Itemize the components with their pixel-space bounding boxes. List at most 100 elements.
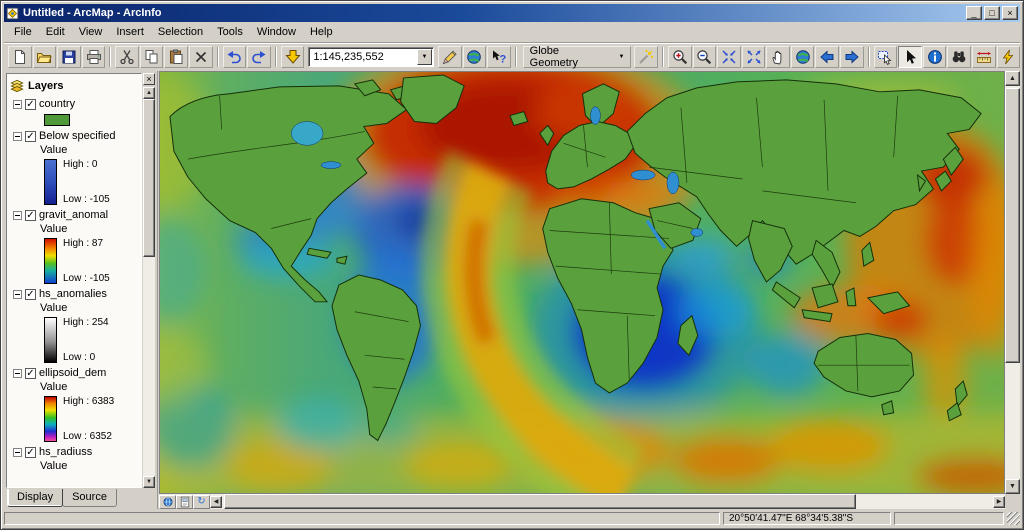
toc-scrollbar[interactable]: ▲ ▼ <box>143 87 155 488</box>
scroll-down-icon[interactable]: ▼ <box>143 476 155 488</box>
status-message-well <box>4 512 720 525</box>
identify-info-icon <box>927 49 943 65</box>
collapse-icon[interactable] <box>13 289 22 299</box>
toc-root[interactable]: Layers <box>10 77 141 94</box>
layer-name[interactable]: gravit_anomal <box>39 209 108 221</box>
fill-symbol-swatch[interactable] <box>44 114 70 126</box>
map-scale-combo[interactable]: 1:145,235,552 ▼ <box>308 47 434 67</box>
collapse-icon[interactable] <box>13 368 22 378</box>
add-data-button[interactable] <box>280 46 305 68</box>
layer-hs-anomalies: ✓ hs_anomalies Value High : 254 Low : 0 <box>10 286 141 363</box>
fixed-zoom-out-button[interactable] <box>741 46 766 68</box>
zoom-in-button[interactable] <box>668 46 692 68</box>
collapse-icon[interactable] <box>13 447 22 457</box>
map-scale-value: 1:145,235,552 <box>313 51 384 63</box>
measure-button[interactable] <box>971 46 996 68</box>
undo-button[interactable] <box>222 46 247 68</box>
layer-name[interactable]: hs_anomalies <box>39 288 107 300</box>
map-vscroll-thumb[interactable] <box>1005 88 1020 364</box>
menu-selection[interactable]: Selection <box>151 24 210 40</box>
scroll-down-icon[interactable]: ▼ <box>1005 479 1020 494</box>
help-button[interactable] <box>487 46 511 68</box>
layer-checkbox[interactable]: ✓ <box>25 209 36 221</box>
toc-scroll-thumb[interactable] <box>143 99 155 258</box>
collapse-icon[interactable] <box>13 131 22 141</box>
close-button[interactable]: × <box>1002 6 1018 20</box>
new-document-button[interactable] <box>8 46 32 68</box>
toc-scroll-track[interactable] <box>143 99 155 476</box>
menu-tools[interactable]: Tools <box>210 24 250 40</box>
paste-button[interactable] <box>164 46 189 68</box>
fixed-zoom-in-button[interactable] <box>717 46 741 68</box>
zoom-out-button[interactable] <box>692 46 717 68</box>
select-features-button[interactable] <box>873 46 898 68</box>
map-hscroll-track[interactable] <box>222 494 993 509</box>
data-view-button[interactable] <box>159 494 176 509</box>
menu-file[interactable]: File <box>7 24 39 40</box>
layout-view-button[interactable] <box>176 494 193 509</box>
map-horizontal-scrollbar[interactable]: ↻ ◀ ▶ <box>159 494 1005 509</box>
layer-name[interactable]: Below specified <box>39 130 115 142</box>
print-button[interactable] <box>81 46 106 68</box>
layer-checkbox[interactable]: ✓ <box>25 288 36 300</box>
select-elements-button[interactable] <box>898 46 922 68</box>
print-icon <box>86 49 102 65</box>
high-label: High : 0 <box>63 159 98 170</box>
go-back-button[interactable] <box>815 46 840 68</box>
identify-button[interactable] <box>922 46 947 68</box>
find-button[interactable] <box>947 46 971 68</box>
world-map-image <box>160 72 1004 493</box>
map-vscroll-track[interactable] <box>1005 86 1020 479</box>
menu-help[interactable]: Help <box>303 24 340 40</box>
collapse-icon[interactable] <box>13 99 22 109</box>
layer-name[interactable]: hs_radiuss <box>39 446 92 458</box>
delete-button[interactable] <box>189 46 213 68</box>
collapse-icon[interactable] <box>13 210 22 220</box>
open-button[interactable] <box>32 46 57 68</box>
menu-insert[interactable]: Insert <box>109 24 151 40</box>
full-extent-button[interactable] <box>790 46 815 68</box>
save-button[interactable] <box>57 46 81 68</box>
go-forward-button[interactable] <box>840 46 864 68</box>
map-vertical-scrollbar[interactable]: ▲ ▼ <box>1005 71 1020 494</box>
layer-checkbox[interactable]: ✓ <box>25 130 36 142</box>
toolbar-separator <box>867 47 870 67</box>
pan-button[interactable] <box>766 46 790 68</box>
layer-checkbox[interactable]: ✓ <box>25 367 36 379</box>
toolbar-separator <box>514 47 517 67</box>
editor-button[interactable] <box>437 46 462 68</box>
tab-source[interactable]: Source <box>62 489 117 507</box>
toc-close-button[interactable]: × <box>143 73 155 85</box>
menu-view[interactable]: View <box>72 24 110 40</box>
layer-name[interactable]: country <box>39 98 75 110</box>
map-hscroll-thumb[interactable] <box>224 494 857 509</box>
title-bar[interactable]: Untitled - ArcMap - ArcInfo _ □ × <box>4 4 1020 22</box>
resize-grip[interactable] <box>1007 512 1020 525</box>
minimize-button[interactable]: _ <box>966 6 982 20</box>
globe-view-button[interactable] <box>462 46 487 68</box>
layer-checkbox[interactable]: ✓ <box>25 446 36 458</box>
high-label: High : 254 <box>63 317 109 328</box>
layer-checkbox[interactable]: ✓ <box>25 98 36 110</box>
pencil-icon <box>442 49 458 65</box>
refresh-view-button[interactable]: ↻ <box>193 494 210 509</box>
copy-button[interactable] <box>139 46 164 68</box>
cut-button[interactable] <box>115 46 139 68</box>
combo-dropdown-icon[interactable]: ▼ <box>416 49 432 65</box>
scroll-left-icon[interactable]: ◀ <box>210 495 222 508</box>
map-canvas[interactable] <box>159 71 1005 494</box>
zoom-out-icon <box>696 49 712 65</box>
globe-geometry-dropdown[interactable]: Globe Geometry ▼ <box>522 45 632 69</box>
maximize-button[interactable]: □ <box>984 6 1000 20</box>
scroll-up-icon[interactable]: ▲ <box>1005 71 1020 86</box>
hyperlink-button[interactable] <box>996 46 1021 68</box>
lightning-bolt-icon <box>1000 49 1016 65</box>
scroll-right-icon[interactable]: ▶ <box>993 495 1005 508</box>
redo-button[interactable] <box>247 46 271 68</box>
tab-display[interactable]: Display <box>7 489 64 507</box>
layer-name[interactable]: ellipsoid_dem <box>39 367 106 379</box>
scroll-up-icon[interactable]: ▲ <box>143 87 155 99</box>
magic-wand-button[interactable] <box>634 46 659 68</box>
menu-window[interactable]: Window <box>250 24 303 40</box>
menu-edit[interactable]: Edit <box>39 24 72 40</box>
